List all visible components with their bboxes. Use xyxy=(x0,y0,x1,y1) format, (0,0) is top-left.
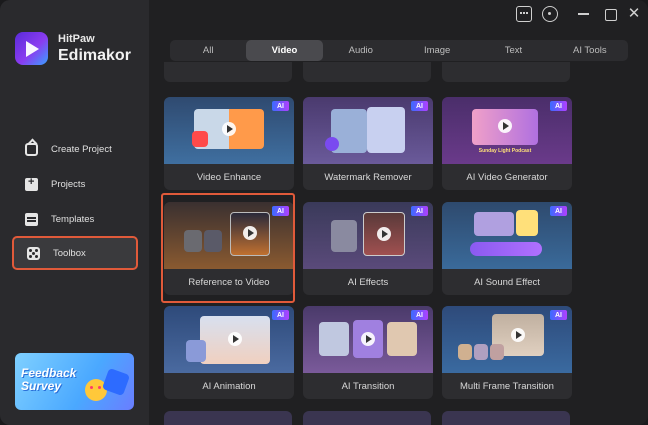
frame-thumb xyxy=(490,344,504,360)
first-frame-image xyxy=(319,322,349,356)
tab-audio[interactable]: Audio xyxy=(323,40,399,61)
play-icon xyxy=(511,328,525,342)
tab-image[interactable]: Image xyxy=(399,40,475,61)
selected-tool-highlight xyxy=(161,193,295,303)
source-portrait-image xyxy=(186,340,206,362)
tool-card-ai-sound-effect[interactable]: AI AI Sound Effect xyxy=(442,202,572,295)
play-icon xyxy=(222,122,236,136)
tool-card-video-enhance[interactable]: AI Video Enhance xyxy=(164,97,294,190)
tool-card-partial xyxy=(303,411,431,425)
tool-card-label: AI Transition xyxy=(341,380,395,392)
sidebar-item-projects[interactable]: Projects xyxy=(12,167,138,201)
chat-icon[interactable] xyxy=(516,6,532,22)
ai-badge: AI xyxy=(272,101,289,111)
audio-waveform xyxy=(470,242,542,256)
sidebar-item-label: Toolbox xyxy=(53,247,86,259)
close-icon[interactable]: ✕ xyxy=(626,6,642,22)
frame-thumb xyxy=(458,344,472,360)
tool-card-label: AI Animation xyxy=(202,380,256,392)
tool-card-label: AI Sound Effect xyxy=(474,276,540,288)
edimakor-logo-icon xyxy=(15,32,48,65)
sidebar-item-templates[interactable]: Templates xyxy=(12,202,138,236)
sidebar: HitPaw Edimakor Create Project Projects … xyxy=(0,0,149,425)
tool-card-ai-animation[interactable]: AI AI Animation xyxy=(164,306,294,399)
feedback-survey-banner[interactable]: Feedback Survey xyxy=(15,353,134,410)
brand-product: Edimakor xyxy=(58,47,131,64)
play-icon xyxy=(361,332,375,346)
tool-card-watermark-remover[interactable]: AI Watermark Remover xyxy=(303,97,433,190)
tab-video[interactable]: Video xyxy=(246,40,323,61)
sidebar-item-label: Create Project xyxy=(51,143,112,155)
tab-ai-tools[interactable]: AI Tools xyxy=(552,40,628,61)
play-icon xyxy=(228,332,242,346)
ai-badge: AI xyxy=(550,310,567,320)
ai-badge: AI xyxy=(550,101,567,111)
sidebar-item-label: Projects xyxy=(51,178,86,190)
category-tabs: All Video Audio Image Text AI Tools xyxy=(170,40,628,61)
last-frame-image xyxy=(387,322,417,356)
tool-card-partial xyxy=(303,62,431,82)
tool-card-label: AI Video Generator xyxy=(466,171,548,183)
tool-card-label: AI Effects xyxy=(347,276,389,288)
eraser-icon xyxy=(325,137,339,151)
play-icon xyxy=(498,119,512,133)
tool-card-partial xyxy=(164,62,292,82)
ai-badge: AI xyxy=(550,206,567,216)
tool-card-ai-effects[interactable]: AI AI Effects xyxy=(303,202,433,295)
podcast-caption: Sunday Light Podcast xyxy=(478,148,532,154)
feedback-survey-label: Feedback Survey xyxy=(21,366,77,393)
camera-app-icon xyxy=(192,131,208,147)
minimize-icon[interactable] xyxy=(576,6,592,22)
tool-card-multi-frame-transition[interactable]: AI Multi Frame Transition xyxy=(442,306,572,399)
app-window: HitPaw Edimakor Create Project Projects … xyxy=(0,0,648,425)
tool-card-ai-transition[interactable]: AI AI Transition xyxy=(303,306,433,399)
video-clip-image xyxy=(474,212,514,236)
tool-card-label: Watermark Remover xyxy=(324,171,412,183)
ai-badge: AI xyxy=(411,310,428,320)
source-image xyxy=(331,220,357,252)
sidebar-item-label: Templates xyxy=(51,213,95,225)
maximize-icon[interactable] xyxy=(602,6,618,22)
tool-card-label: Multi Frame Transition xyxy=(460,380,554,392)
brand-company: HitPaw xyxy=(58,33,95,45)
tab-text[interactable]: Text xyxy=(475,40,551,61)
tool-card-partial xyxy=(164,411,292,425)
tool-card-partial xyxy=(442,62,570,82)
templates-icon xyxy=(25,212,38,226)
sidebar-item-toolbox[interactable]: Toolbox xyxy=(12,236,138,270)
folder-plus-icon xyxy=(25,176,38,191)
tool-card-ai-video-generator[interactable]: Sunday Light Podcast AI AI Video Generat… xyxy=(442,97,572,190)
home-plus-icon xyxy=(25,142,38,156)
after-image xyxy=(367,107,405,153)
toolbox-icon xyxy=(27,246,40,260)
ai-badge: AI xyxy=(272,310,289,320)
tool-card-label: Video Enhance xyxy=(196,171,262,183)
document-icon xyxy=(516,210,538,236)
frame-thumb xyxy=(474,344,488,360)
ai-badge: AI xyxy=(411,101,428,111)
tool-card-partial xyxy=(442,411,570,425)
ai-badge: AI xyxy=(411,206,428,216)
help-icon[interactable] xyxy=(542,6,558,22)
sidebar-item-create-project[interactable]: Create Project xyxy=(12,132,138,166)
play-icon xyxy=(377,227,391,241)
tab-all[interactable]: All xyxy=(170,40,246,61)
